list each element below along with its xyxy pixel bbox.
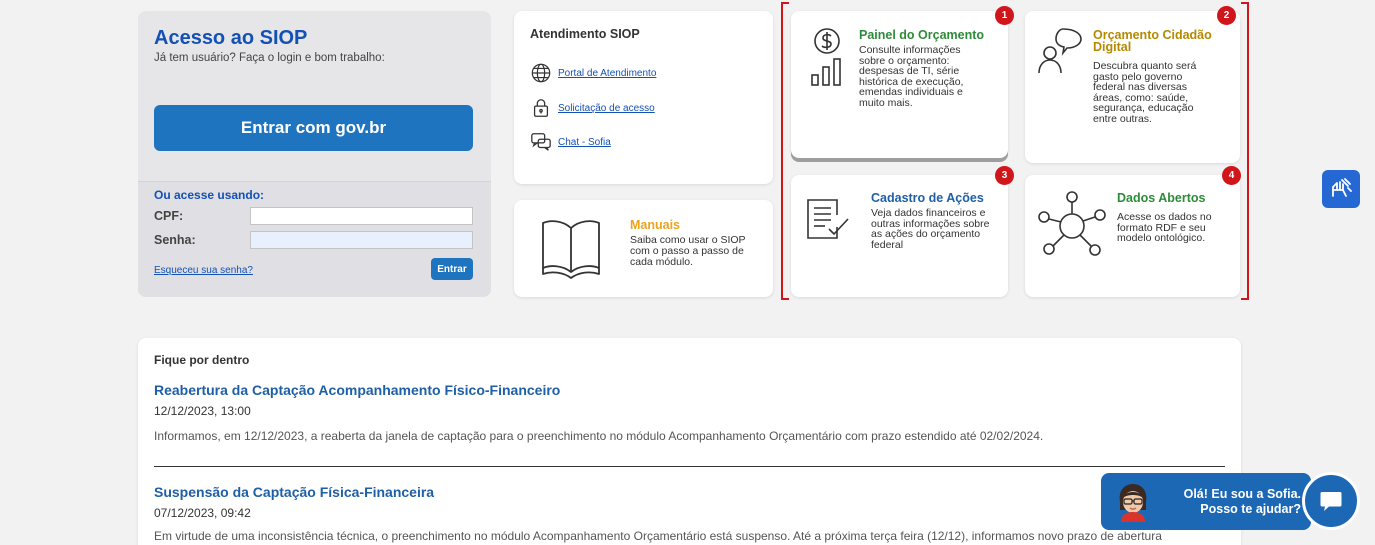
dados-abertos-description: Acesse os dados no formato RDF e seu mod… (1117, 211, 1212, 244)
password-input[interactable] (250, 231, 473, 249)
forgot-password-link[interactable]: Esqueceu sua senha? (154, 265, 253, 276)
solicitacao-acesso-link[interactable]: Solicitação de acesso (558, 103, 655, 114)
manuais-card[interactable]: Manuais Saiba como usar o SIOP com o pas… (514, 200, 773, 297)
password-label: Senha: (154, 233, 196, 247)
sofia-chat-bubble[interactable]: Olá! Eu sou a Sofia. Posso te ajudar? (1101, 473, 1311, 530)
solicitacao-acesso-item[interactable]: Solicitação de acesso (530, 97, 655, 119)
highlight-bracket-left-top (781, 2, 789, 4)
news-divider (154, 466, 1225, 467)
cadastro-acoes-title: Cadastro de Ações (871, 191, 984, 205)
sofia-avatar-icon (1119, 484, 1147, 522)
libras-accessibility-button[interactable] (1322, 170, 1360, 208)
govbr-login-button[interactable]: Entrar com gov.br (154, 105, 473, 151)
book-icon (542, 220, 600, 279)
chat-sofia-link[interactable]: Chat - Sofia (558, 137, 611, 148)
chat-icon (531, 133, 551, 151)
painel-orcamento-card[interactable]: Painel do Orçamento Consulte informações… (791, 11, 1008, 158)
budget-chart-icon (811, 28, 841, 86)
highlight-bracket-right (1247, 2, 1249, 300)
sofia-chat-text: Olá! Eu sou a Sofia. Posso te ajudar? (1169, 487, 1301, 517)
painel-orcamento-description: Consulte informações sobre o orçamento: … (859, 44, 964, 109)
highlight-bracket-right-bottom (1241, 298, 1249, 300)
cpf-label: CPF: (154, 209, 184, 223)
lock-icon (533, 99, 549, 117)
globe-icon (531, 63, 551, 83)
portal-atendimento-link[interactable]: Portal de Atendimento (558, 68, 656, 79)
alt-login-section: Ou acesse usando: CPF: Senha: Esqueceu s… (138, 181, 491, 297)
portal-atendimento-item[interactable]: Portal de Atendimento (530, 62, 656, 84)
person-speech-icon (1038, 28, 1082, 74)
chat-bubble-icon (1320, 492, 1342, 511)
dados-abertos-card[interactable]: Dados Abertos Acesse os dados no formato… (1025, 175, 1240, 297)
news-item-1-date: 12/12/2023, 13:00 (154, 404, 251, 418)
badge-2: 2 (1217, 6, 1236, 25)
badge-1: 1 (995, 6, 1014, 25)
sofia-chat-line2: Posso te ajudar? (1200, 502, 1301, 516)
cadastro-acoes-card[interactable]: Cadastro de Ações Veja dados financeiros… (791, 175, 1008, 297)
login-panel: Acesso ao SIOP Já tem usuário? Faça o lo… (138, 11, 491, 297)
orcamento-cidadao-title: Orçamento Cidadão Digital (1093, 28, 1212, 54)
cpf-input[interactable] (250, 207, 473, 225)
news-heading: Fique por dentro (154, 353, 250, 367)
badge-3: 3 (995, 166, 1014, 185)
or-use-label: Ou acesse usando: (154, 188, 265, 202)
news-section: Fique por dentro Reabertura da Captação … (138, 338, 1241, 545)
highlight-bracket-left (781, 2, 783, 300)
atendimento-card: Atendimento SIOP Portal de Atendimento S… (514, 11, 773, 184)
atendimento-title: Atendimento SIOP (530, 27, 640, 41)
highlight-bracket-right-top (1241, 2, 1249, 4)
open-chat-button[interactable] (1302, 472, 1360, 530)
news-item-2-title[interactable]: Suspensão da Captação Física-Financeira (154, 484, 434, 500)
document-check-icon (807, 199, 849, 239)
network-icon (1038, 191, 1106, 256)
chat-sofia-item[interactable]: Chat - Sofia (530, 131, 611, 153)
news-item-1-title[interactable]: Reabertura da Captação Acompanhamento Fí… (154, 382, 560, 398)
news-item-2-date: 07/12/2023, 09:42 (154, 506, 251, 520)
login-subtitle: Já tem usuário? Faça o login e bom traba… (154, 52, 385, 64)
manuais-description: Saiba como usar o SIOP com o passo a pas… (630, 234, 746, 268)
orcamento-cidadao-description: Descubra quanto será gasto pelo governo … (1093, 60, 1197, 125)
enter-button[interactable]: Entrar (431, 258, 473, 280)
login-title: Acesso ao SIOP (154, 27, 308, 49)
manuais-title: Manuais (630, 218, 681, 232)
news-item-2-body: Em virtude de uma inconsistência técnica… (154, 529, 1162, 543)
painel-orcamento-title: Painel do Orçamento (859, 28, 985, 42)
highlight-bracket-left-bottom (781, 298, 789, 300)
sofia-chat-line1: Olá! Eu sou a Sofia. (1183, 487, 1301, 501)
cadastro-acoes-description: Veja dados financeiros e outras informaç… (871, 207, 990, 251)
dados-abertos-title: Dados Abertos (1117, 191, 1206, 205)
badge-4: 4 (1222, 166, 1241, 185)
sign-language-hands-icon (1332, 178, 1352, 197)
orcamento-cidadao-card[interactable]: Orçamento Cidadão Digital Descubra quant… (1025, 11, 1240, 163)
news-item-1-body: Informamos, em 12/12/2023, a reaberta da… (154, 429, 1044, 443)
